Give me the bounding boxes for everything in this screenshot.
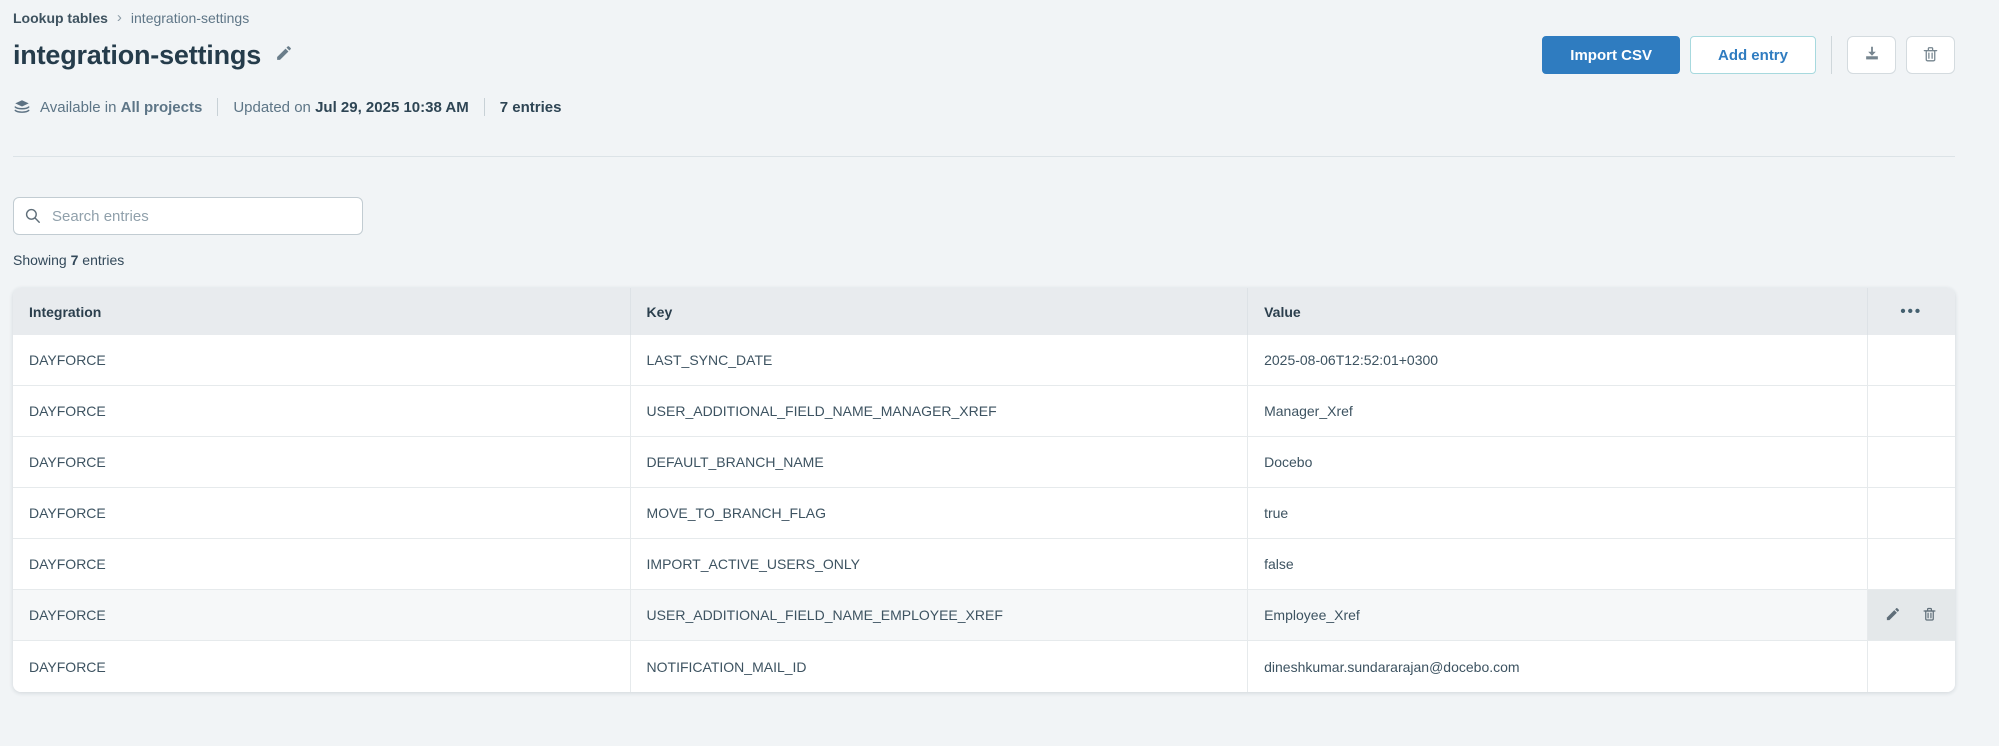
ellipsis-icon: ••• — [1900, 303, 1923, 320]
row-actions-cell — [1867, 386, 1955, 437]
pencil-icon — [1885, 607, 1900, 625]
import-csv-button[interactable]: Import CSV — [1542, 36, 1680, 74]
table-row[interactable]: DAYFORCE IMPORT_ACTIVE_USERS_ONLY false — [13, 539, 1955, 590]
column-header-value[interactable]: Value — [1248, 288, 1868, 335]
row-actions-cell — [1867, 437, 1955, 488]
search-input[interactable] — [13, 197, 363, 235]
showing-count: Showing 7 entries — [13, 252, 125, 268]
table-meta: Available in All projects Updated on Jul… — [13, 98, 1955, 116]
cell-integration: DAYFORCE — [13, 488, 631, 539]
table-row[interactable]: DAYFORCE DEFAULT_BRANCH_NAME Docebo — [13, 437, 1955, 488]
row-actions-cell — [1867, 590, 1955, 641]
cell-value: Employee_Xref — [1248, 590, 1868, 641]
section-divider — [13, 156, 1955, 157]
updated-label: Updated on Jul 29, 2025 10:38 AM — [233, 98, 469, 116]
add-entry-button[interactable]: Add entry — [1689, 36, 1816, 74]
row-actions-cell — [1867, 335, 1955, 386]
row-actions-cell — [1867, 488, 1955, 539]
cell-key: LAST_SYNC_DATE — [630, 335, 1249, 386]
entries-table: Integration Key Value ••• DAYFORCE LAST_… — [13, 288, 1955, 692]
entries-count: 7 entries — [499, 98, 562, 116]
cell-integration: DAYFORCE — [13, 335, 631, 386]
header-actions: Import CSV Add entry — [1542, 36, 1955, 74]
availability-value: All projects — [120, 98, 203, 116]
cell-integration: DAYFORCE — [13, 386, 631, 437]
delete-table-button[interactable] — [1906, 36, 1955, 74]
column-header-key[interactable]: Key — [630, 288, 1249, 335]
cell-value: false — [1248, 539, 1868, 590]
column-settings-button[interactable]: ••• — [1867, 288, 1955, 335]
cell-key: IMPORT_ACTIVE_USERS_ONLY — [630, 539, 1249, 590]
meta-divider — [217, 98, 219, 116]
row-actions-cell — [1867, 641, 1955, 692]
cell-key: USER_ADDITIONAL_FIELD_NAME_MANAGER_XREF — [630, 386, 1249, 437]
search-box — [13, 197, 363, 235]
cell-key: USER_ADDITIONAL_FIELD_NAME_EMPLOYEE_XREF — [630, 590, 1249, 641]
table-body: DAYFORCE LAST_SYNC_DATE 2025-08-06T12:52… — [13, 335, 1955, 692]
cell-value: Docebo — [1248, 437, 1868, 488]
cell-key: DEFAULT_BRANCH_NAME — [630, 437, 1249, 488]
trash-icon — [1922, 45, 1939, 66]
page-title: integration-settings — [13, 39, 262, 70]
meta-divider — [483, 98, 485, 116]
updated-value: Jul 29, 2025 10:38 AM — [315, 98, 469, 116]
download-icon — [1863, 45, 1881, 66]
cell-key: MOVE_TO_BRANCH_FLAG — [630, 488, 1249, 539]
edit-row-button[interactable] — [1882, 604, 1903, 628]
cell-value: dineshkumar.sundararajan@docebo.com — [1248, 641, 1868, 692]
table-row[interactable]: DAYFORCE MOVE_TO_BRANCH_FLAG true — [13, 488, 1955, 539]
cell-integration: DAYFORCE — [13, 437, 631, 488]
cell-value: true — [1248, 488, 1868, 539]
cell-integration: DAYFORCE — [13, 539, 631, 590]
availability-label: Available in All projects — [40, 98, 203, 116]
breadcrumb: Lookup tables › integration-settings — [13, 0, 1955, 26]
layers-stack-icon — [13, 98, 31, 116]
table-row[interactable]: DAYFORCE NOTIFICATION_MAIL_ID dineshkuma… — [13, 641, 1955, 692]
lookup-table-page: Lookup tables › integration-settings int… — [0, 0, 1999, 692]
cell-integration: DAYFORCE — [13, 590, 631, 641]
cell-value: Manager_Xref — [1248, 386, 1868, 437]
breadcrumb-current-page: integration-settings — [130, 9, 250, 26]
cell-key: NOTIFICATION_MAIL_ID — [630, 641, 1249, 692]
button-group-divider — [1831, 36, 1832, 74]
pencil-icon — [275, 45, 292, 65]
column-header-integration[interactable]: Integration — [13, 288, 631, 335]
entries-table-card: Integration Key Value ••• DAYFORCE LAST_… — [13, 288, 1955, 692]
cell-integration: DAYFORCE — [13, 641, 631, 692]
page-header: integration-settings Import CSV Add entr… — [13, 36, 1955, 74]
chevron-right-icon: › — [116, 9, 122, 26]
table-row[interactable]: DAYFORCE USER_ADDITIONAL_FIELD_NAME_MANA… — [13, 386, 1955, 437]
breadcrumb-link-lookup-tables[interactable]: Lookup tables — [13, 10, 108, 26]
export-csv-button[interactable] — [1847, 36, 1896, 74]
edit-title-button[interactable] — [273, 43, 294, 67]
title-wrap: integration-settings — [13, 40, 294, 71]
row-actions-cell — [1867, 539, 1955, 590]
trash-icon — [1922, 607, 1937, 625]
cell-value: 2025-08-06T12:52:01+0300 — [1248, 335, 1868, 386]
delete-row-button[interactable] — [1919, 603, 1940, 628]
table-row[interactable]: DAYFORCE LAST_SYNC_DATE 2025-08-06T12:52… — [13, 335, 1955, 386]
table-row[interactable]: DAYFORCE USER_ADDITIONAL_FIELD_NAME_EMPL… — [13, 590, 1955, 641]
table-header-row: Integration Key Value ••• — [13, 288, 1955, 335]
showing-count-number: 7 — [70, 252, 79, 268]
